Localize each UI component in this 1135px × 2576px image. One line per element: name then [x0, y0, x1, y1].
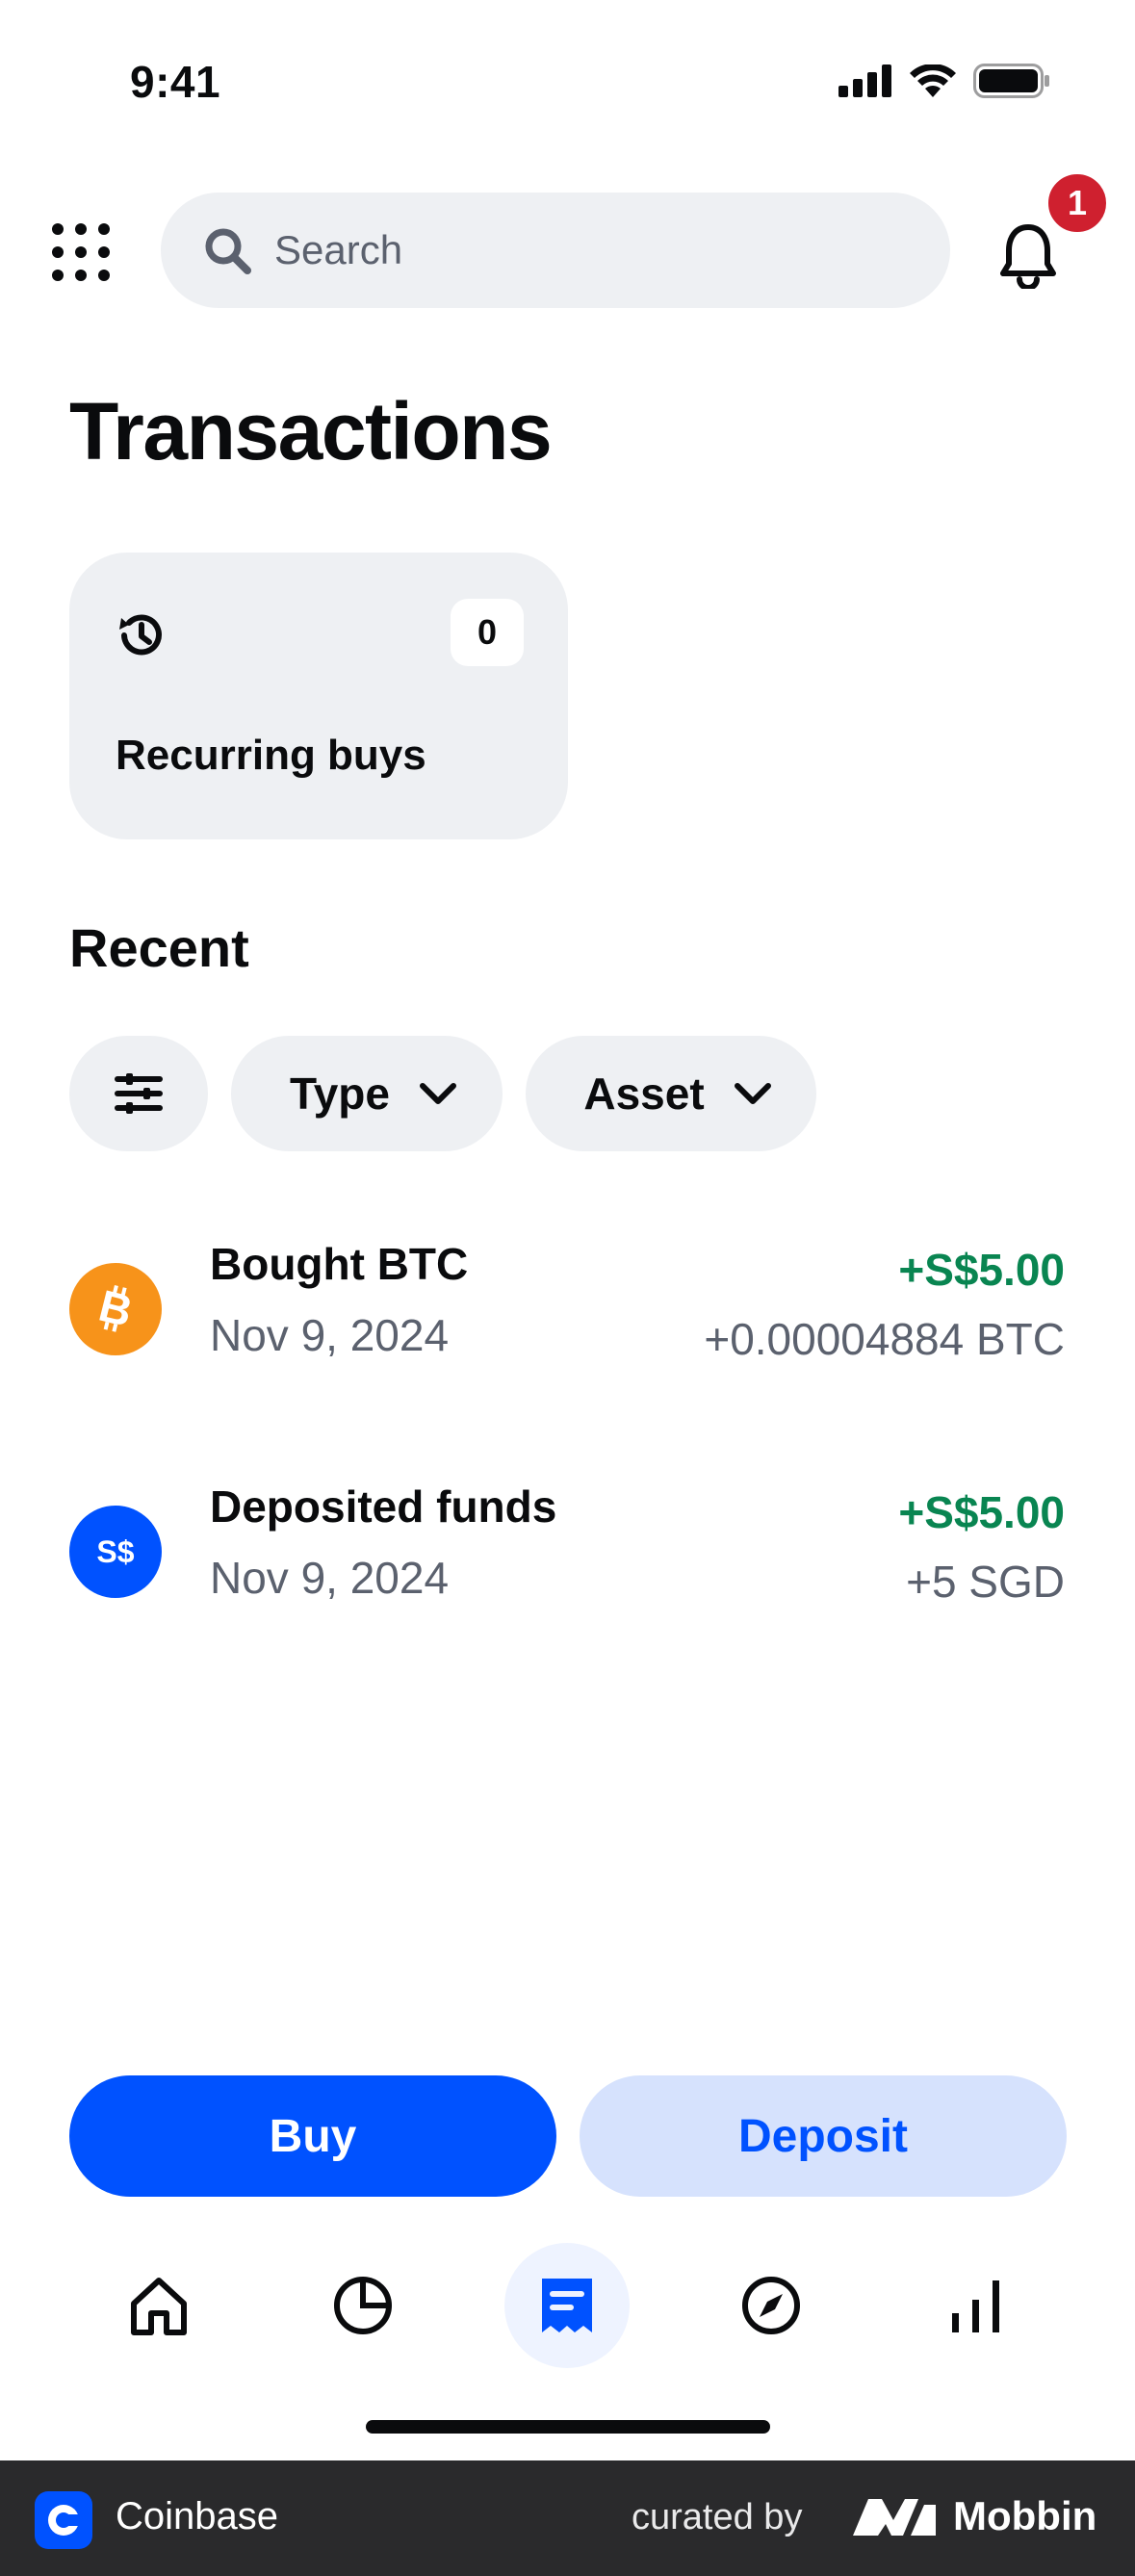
transaction-crypto-amount: +0.00004884 BTC [704, 1314, 1065, 1364]
status-time: 9:41 [130, 57, 221, 107]
mobbin-brand: Mobbin [953, 2493, 1097, 2538]
transaction-row[interactable]: S$ Deposited funds Nov 9, 2024 +S$5.00 +… [69, 1467, 1065, 1631]
asset-filter-label: Asset [583, 1069, 705, 1119]
recurring-count-badge: 0 [451, 599, 524, 666]
battery-icon [973, 64, 1049, 98]
sliders-icon [115, 1073, 163, 1114]
sgd-icon: S$ [69, 1506, 162, 1598]
deposit-button[interactable]: Deposit [580, 2075, 1067, 2197]
search-placeholder: Search [274, 227, 403, 272]
home-indicator [366, 2420, 770, 2434]
chevron-down-icon [419, 1083, 456, 1104]
tab-explore[interactable] [709, 2243, 834, 2368]
markets-icon [952, 2280, 999, 2332]
transaction-row[interactable]: B Bought BTC Nov 9, 2024 +S$5.00 +0.0000… [69, 1224, 1065, 1388]
recent-heading: Recent [69, 917, 249, 978]
signal-icon [838, 64, 891, 97]
status-icons [838, 64, 1050, 98]
recurring-buys-label: Recurring buys [116, 732, 426, 779]
search-input[interactable]: Search [161, 193, 950, 308]
tab-home[interactable] [96, 2243, 221, 2368]
portfolio-icon [334, 2277, 392, 2334]
home-icon [131, 2278, 187, 2335]
type-filter-dropdown[interactable]: Type [231, 1036, 503, 1151]
notification-badge: 1 [1044, 169, 1111, 237]
transaction-date: Nov 9, 2024 [210, 1310, 450, 1360]
chevron-down-icon [734, 1083, 771, 1104]
filter-bar: Type Asset [69, 1036, 816, 1151]
tab-bar [0, 2243, 1135, 2368]
type-filter-label: Type [290, 1069, 390, 1119]
search-icon [205, 228, 251, 274]
mobbin-icon [853, 2499, 936, 2536]
filter-settings-button[interactable] [69, 1036, 208, 1151]
tab-transactions[interactable] [504, 2243, 630, 2368]
explore-icon [742, 2277, 800, 2334]
footer-curated-by: curated by [632, 2497, 803, 2537]
transaction-title: Bought BTC [210, 1239, 469, 1289]
transaction-amount: +S$5.00 [898, 1245, 1065, 1295]
asset-filter-dropdown[interactable]: Asset [526, 1036, 816, 1151]
coinbase-logo-icon [35, 2491, 92, 2549]
status-bar: 9:41 [0, 0, 1135, 164]
tab-portfolio[interactable] [300, 2243, 426, 2368]
history-icon [119, 614, 162, 656]
bitcoin-icon: B [69, 1263, 162, 1355]
buy-button[interactable]: Buy [69, 2075, 556, 2197]
transaction-currency-amount: +5 SGD [906, 1557, 1065, 1607]
footer-app-name: Coinbase [116, 2495, 279, 2537]
apps-grid-icon[interactable] [48, 219, 114, 285]
wifi-icon [910, 64, 956, 97]
recurring-buys-card[interactable]: 0 Recurring buys [69, 553, 568, 839]
mobbin-logo: Mobbin [851, 2493, 1096, 2539]
footer-banner: Coinbase curated by Mobbin [0, 2460, 1135, 2576]
transaction-date: Nov 9, 2024 [210, 1553, 450, 1603]
transactions-icon [542, 2279, 592, 2332]
page-title: Transactions [69, 386, 553, 477]
sgd-icon-text: S$ [96, 1533, 135, 1569]
tab-markets[interactable] [913, 2243, 1038, 2368]
header: Search [0, 193, 1135, 312]
transaction-title: Deposited funds [210, 1481, 557, 1532]
transaction-amount: +S$5.00 [898, 1487, 1065, 1537]
